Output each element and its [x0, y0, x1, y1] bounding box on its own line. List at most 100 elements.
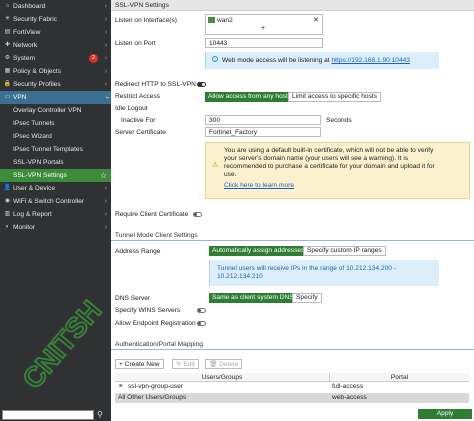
inactive-for-value: 300: [209, 117, 221, 124]
delete-button[interactable]: 🗑 Delete: [205, 359, 243, 369]
inactive-for-label: Inactive For: [121, 117, 156, 124]
wins-toggle[interactable]: [197, 308, 206, 313]
row-users: All Other Users/Groups: [118, 394, 187, 401]
table-row[interactable]: ⚭ ssl-vpn-group-user full-access: [115, 382, 469, 392]
web-access-link[interactable]: https://192.168.1.90:10443: [331, 57, 409, 64]
edit-button[interactable]: ✎ Edit: [172, 359, 199, 369]
endpoint-registration-toggle[interactable]: [197, 321, 206, 326]
endpoint-registration-label: Allow Endpoint Registration: [115, 320, 196, 327]
require-client-cert-label: Require Client Certificate: [115, 211, 189, 218]
row-portal: full-access: [332, 383, 364, 390]
sidebar-item-dashboard[interactable]: ⌂ Dashboard ›: [0, 0, 111, 13]
inactive-for-input[interactable]: 300: [205, 115, 321, 125]
sidebar: ⌂ Dashboard › ✳ Security Fabric › ▤ Fort…: [0, 0, 111, 421]
tunnel-range-text: 10.212.134.210: [217, 273, 263, 280]
sidebar-item-security-profiles[interactable]: 🔒 Security Profiles ›: [0, 78, 111, 91]
same-as-client-dns-button[interactable]: Same as client system DNS: [209, 293, 297, 303]
create-new-button[interactable]: + Create New: [115, 359, 164, 369]
star-icon[interactable]: ☆: [100, 169, 107, 182]
sidebar-search-input[interactable]: [2, 410, 94, 420]
warning-text: You are using a default built-in certifi…: [224, 147, 434, 154]
sidebar-item-ssl-vpn-portals[interactable]: SSL-VPN Portals: [0, 156, 111, 169]
web-access-info: i Web mode access will be listening at h…: [205, 52, 439, 69]
group-icon: ⚭: [118, 383, 124, 390]
remove-icon[interactable]: ✕: [313, 16, 319, 24]
chevron-right-icon: ›: [104, 224, 107, 231]
column-header-users[interactable]: Users/Groups: [115, 373, 330, 382]
warning-text: recommended to purchase a certificate fo…: [224, 163, 435, 170]
sidebar-item-ipsec-tunnels[interactable]: IPsec Tunnels: [0, 117, 111, 130]
sidebar-search: ⚲: [0, 408, 111, 421]
sidebar-item-label: Policy & Objects: [13, 68, 62, 75]
table-row[interactable]: All Other Users/Groups web-access: [115, 393, 469, 403]
monitor-icon: ◐: [5, 224, 10, 230]
row-portal: web-access: [332, 394, 367, 401]
dns-server-label: DNS Server: [115, 295, 151, 302]
sidebar-item-ssl-vpn-settings[interactable]: SSL-VPN Settings ☆: [0, 169, 111, 182]
sidebar-item-ipsec-wizard[interactable]: IPsec Wizard: [0, 130, 111, 143]
log-icon: ▥: [4, 211, 11, 217]
wins-label: Specify WINS Servers: [115, 307, 181, 314]
redirect-label: Redirect HTTP to SSL-VPN: [115, 81, 196, 88]
sidebar-item-wifi-switch[interactable]: ◉ WiFi & Switch Controller ›: [0, 195, 111, 208]
interface-port-icon: [208, 17, 215, 24]
policy-icon: ▦: [4, 68, 11, 74]
add-icon[interactable]: +: [261, 25, 265, 32]
sidebar-item-user-device[interactable]: 👤 User & Device ›: [0, 182, 111, 195]
sidebar-item-policy-objects[interactable]: ▦ Policy & Objects ›: [0, 65, 111, 78]
sidebar-item-network[interactable]: ✚ Network ›: [0, 39, 111, 52]
security-fabric-icon: ✳: [4, 16, 11, 22]
tunnel-mode-section-header: Tunnel Mode Client Settings: [111, 231, 474, 241]
warning-text: your server's domain name (your users wi…: [224, 155, 409, 162]
tunnel-range-info: Tunnel users will receive IPs in the ran…: [209, 260, 439, 286]
sidebar-item-label: IPsec Wizard: [13, 133, 52, 140]
sidebar-item-vpn[interactable]: ▭ VPN ›: [0, 91, 111, 104]
chevron-right-icon: ›: [104, 55, 107, 62]
auth-portal-section-header: Authentication/Portal Mapping: [111, 340, 474, 350]
limit-specific-hosts-button[interactable]: Limit access to specific hosts: [288, 92, 382, 102]
sidebar-item-system[interactable]: ⚙ System 2 ›: [0, 52, 111, 65]
chevron-right-icon: ›: [104, 198, 107, 205]
column-header-portal[interactable]: Portal: [330, 373, 469, 382]
auto-assign-button[interactable]: Automatically assign addresses: [209, 246, 308, 256]
seconds-label: Seconds: [326, 117, 352, 124]
tunnel-range-text: Tunnel users will receive IPs in the ran…: [217, 265, 396, 272]
network-icon: ✚: [4, 42, 11, 48]
sidebar-item-label: SSL-VPN Portals: [13, 159, 64, 166]
sidebar-item-security-fabric[interactable]: ✳ Security Fabric ›: [0, 13, 111, 26]
sidebar-item-overlay-controller-vpn[interactable]: Overlay Controller VPN: [0, 104, 111, 117]
redirect-toggle[interactable]: [197, 82, 206, 87]
learn-more-link[interactable]: Click here to learn more: [224, 182, 294, 190]
interface-item: wan2: [208, 17, 233, 24]
sidebar-item-log-report[interactable]: ▥ Log & Report ›: [0, 208, 111, 221]
sidebar-item-ipsec-tunnel-templates[interactable]: IPsec Tunnel Templates: [0, 143, 111, 156]
sidebar-item-label: Log & Report: [13, 211, 52, 218]
chevron-right-icon: ›: [104, 81, 107, 88]
sidebar-item-label: WiFi & Switch Controller: [13, 198, 85, 205]
require-client-cert-toggle[interactable]: [193, 212, 202, 217]
allow-any-host-button[interactable]: Allow access from any host: [205, 92, 291, 102]
server-certificate-select[interactable]: Fortinet_Factory: [205, 127, 321, 137]
specify-dns-button[interactable]: Specify: [292, 293, 322, 303]
security-profiles-icon: 🔒: [3, 81, 12, 87]
vpn-icon: ▭: [4, 94, 11, 100]
sidebar-item-label: Security Profiles: [13, 81, 61, 88]
search-icon[interactable]: ⚲: [97, 408, 103, 421]
interface-value: wan2: [217, 17, 233, 24]
warning-icon: ⚠: [212, 162, 219, 169]
fortiview-icon: ▤: [4, 29, 11, 35]
custom-ip-ranges-button[interactable]: Specify custom IP ranges: [303, 246, 386, 256]
listen-port-input[interactable]: 10443: [205, 38, 323, 48]
chevron-right-icon: ›: [104, 42, 107, 49]
idle-logout-label: Idle Logout: [115, 105, 148, 112]
sidebar-item-label: Overlay Controller VPN: [13, 107, 82, 114]
sidebar-item-monitor[interactable]: ◐ Monitor ›: [0, 221, 111, 234]
apply-button[interactable]: Apply: [418, 409, 472, 419]
row-users: ssl-vpn-group-user: [128, 383, 183, 390]
main-content: SSL-VPN Settings Listen on Interface(s) …: [111, 0, 474, 421]
restrict-access-label: Restrict Access: [115, 93, 161, 100]
sidebar-item-label: VPN: [13, 94, 27, 101]
sidebar-item-fortiview[interactable]: ▤ FortiView ›: [0, 26, 111, 39]
interface-select[interactable]: wan2 ✕ +: [205, 14, 323, 35]
user-icon: 👤: [3, 185, 12, 191]
